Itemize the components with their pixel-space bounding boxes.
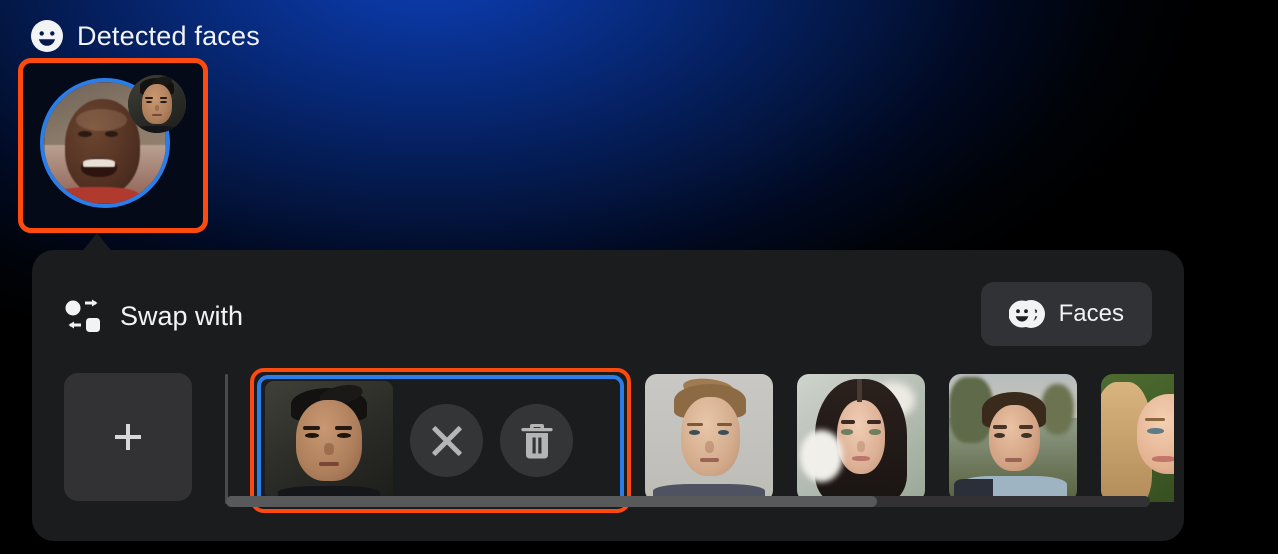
page-title: Detected faces <box>77 20 260 51</box>
swap-face-5-portrait <box>1101 374 1174 502</box>
add-face-button[interactable] <box>64 373 192 501</box>
horizontal-scrollbar-thumb[interactable] <box>226 496 878 507</box>
swap-face-4-portrait <box>949 374 1077 502</box>
badge-portrait <box>128 75 186 133</box>
horizontal-scrollbar-track[interactable] <box>226 496 1150 507</box>
detected-face-card[interactable] <box>18 58 208 233</box>
swap-target-face-badge <box>128 75 186 133</box>
delete-button[interactable] <box>500 404 573 477</box>
trash-icon <box>520 423 553 458</box>
row-divider <box>225 374 228 504</box>
swap-face-4[interactable] <box>949 374 1077 502</box>
plus-icon <box>115 424 141 450</box>
swap-face-selected-thumbnail[interactable] <box>265 381 393 500</box>
panel-pointer-caret <box>76 233 118 259</box>
swap-arrows-icon <box>65 299 100 332</box>
swap-panel-header: Swap with Faces <box>32 282 1184 346</box>
swap-face-5[interactable] <box>1101 374 1174 502</box>
swap-face-selected[interactable] <box>250 368 631 513</box>
swap-face-2[interactable] <box>645 374 773 502</box>
faces-button[interactable]: Faces <box>980 282 1152 346</box>
swap-face-selected-inner <box>257 375 624 506</box>
smiley-face-icon <box>31 20 63 52</box>
swap-with-label-group: Swap with <box>64 286 243 346</box>
swap-face-3[interactable] <box>797 374 925 502</box>
swap-face-selected-portrait <box>265 381 393 500</box>
deselect-button[interactable] <box>410 404 483 477</box>
detected-faces-header: Detected faces <box>30 16 260 56</box>
swap-face-2-portrait <box>645 374 773 502</box>
swap-with-title: Swap with <box>120 300 244 331</box>
face-swap-screen: Detected faces Swap with Faces <box>0 0 1278 554</box>
two-faces-icon <box>1008 300 1045 328</box>
swap-face-3-portrait <box>797 374 925 502</box>
faces-button-label: Faces <box>1058 300 1124 327</box>
swap-with-panel: Swap with Faces <box>32 250 1184 541</box>
